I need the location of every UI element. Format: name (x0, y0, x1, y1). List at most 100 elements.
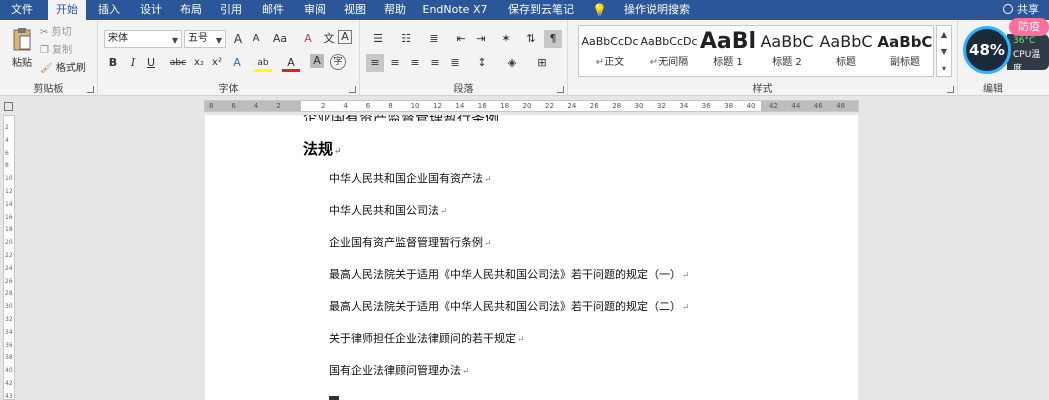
font-size-select[interactable]: 五号 ▼ (184, 30, 226, 48)
ruler-tick-label: 20 (522, 102, 532, 110)
paragraph[interactable]: 最高人民法院关于适用《中华人民共和国公司法》若干问题的规定（二）↵ (329, 298, 690, 314)
paragraph-launcher-icon[interactable] (557, 86, 564, 93)
numbering-button[interactable]: ☷ (394, 30, 418, 48)
horizontal-ruler[interactable]: 8 6 4 2 2 4 6 8 10 12 14 16 18 20 22 24 26 28 30 32 34 36 38 40… (0, 97, 1049, 115)
justify-button[interactable]: ≡ (426, 54, 444, 72)
ruler-tick-label: 38 (5, 354, 13, 362)
font-launcher-icon[interactable] (349, 86, 356, 93)
underline-button[interactable]: U (142, 54, 160, 72)
style-sample: AaBbC (877, 33, 933, 51)
style-tile-5[interactable]: AaBbC 副标题 (876, 28, 934, 75)
tell-me-search[interactable]: 操作说明搜索 (612, 0, 702, 20)
clipboard-launcher-icon[interactable] (87, 86, 94, 93)
section-heading[interactable]: 法规↵ (303, 138, 342, 159)
share-button[interactable]: 共享 (1003, 0, 1039, 20)
paintbrush-icon: 🖌 (40, 63, 53, 74)
copy-button[interactable]: ❐ 复制 (40, 44, 72, 58)
tab-selector-icon[interactable] (4, 102, 13, 111)
tab-6[interactable]: 邮件 (253, 0, 293, 20)
style-tile-1[interactable]: AaBbCcDc ↵无间隔 (640, 28, 698, 75)
ruler-tick-label: 40 (746, 102, 756, 110)
style-tile-0[interactable]: AaBbCcDc ↵正文 (581, 28, 639, 75)
tab-1[interactable]: 开始 (48, 0, 86, 20)
paragraph-text: 中华人民共和国公司法 (329, 204, 439, 217)
paragraph[interactable]: 关于律师担任企业法律顾问的若干规定↵ (329, 330, 525, 346)
ruler-tick-label: 36 (701, 102, 711, 110)
tab-0[interactable]: 文件 (0, 0, 44, 20)
ruler-tick-label: 32 (5, 316, 13, 323)
ruler-tick-label: 12 (5, 188, 13, 195)
char-border-button[interactable]: A (338, 30, 352, 44)
tab-10[interactable]: EndNote X7 (418, 0, 492, 20)
italic-button[interactable]: I (124, 54, 142, 72)
gallery-more-icon[interactable]: ▾ (937, 60, 951, 77)
strikethrough-button[interactable]: abc (168, 54, 188, 72)
enclose-char-button[interactable]: 字 (330, 54, 346, 70)
style-tile-2[interactable]: AaBl 标题 1 (699, 28, 757, 75)
ruler-tick-label: 2 (321, 102, 326, 110)
chevron-down-icon[interactable]: ▼ (937, 43, 951, 60)
grow-font-button[interactable]: A (229, 30, 247, 48)
chevron-up-icon[interactable]: ▲ (937, 26, 951, 43)
align-right-button[interactable]: ≡ (406, 54, 424, 72)
ruler-tick-label: 26 (589, 102, 599, 110)
tab-4[interactable]: 布局 (173, 0, 209, 20)
pinyin-guide-button[interactable]: 文 (320, 30, 338, 48)
clear-format-button[interactable]: A (299, 30, 317, 48)
align-left-button[interactable]: ≡ (366, 54, 384, 72)
partial-line: 企业国有资产监督管理暂行条例 (303, 115, 533, 121)
tab-7[interactable]: 审阅 (297, 0, 333, 20)
font-name-select[interactable]: 宋体 ▼ (104, 30, 182, 48)
font-group: 宋体 ▼ 五号 ▼ A A Aa A 文 A B I U abc x₂ x² A a… (98, 20, 360, 96)
tab-8[interactable]: 视图 (337, 0, 373, 20)
borders-button[interactable]: ⊞ (530, 54, 554, 72)
change-case-button[interactable]: Aa (268, 30, 292, 48)
paragraph[interactable]: 中华人民共和国公司法↵ (329, 202, 448, 218)
bold-button[interactable]: B (104, 54, 122, 72)
style-name: 标题 1 (699, 56, 757, 70)
decrease-indent-button[interactable]: ⇤ (452, 30, 470, 48)
font-color-button[interactable]: A (282, 54, 300, 72)
tab-3[interactable]: 设计 (133, 0, 169, 20)
ruler-tick-label: 18 (5, 226, 13, 234)
subscript-button[interactable]: x₂ (190, 54, 208, 72)
paragraph[interactable]: 中华人民共和国企业国有资产法↵ (329, 170, 492, 186)
ruler-tick-label: 4 (5, 136, 9, 144)
paste-button[interactable]: 粘贴 (8, 26, 36, 71)
bullets-button[interactable]: ☰ (366, 30, 390, 48)
cut-button[interactable]: ✂ 剪切 (40, 26, 72, 40)
paragraph[interactable]: 国有企业法律顾问管理办法↵ (329, 362, 470, 378)
align-left-icon: ≡ (370, 56, 380, 69)
line-spacing-icon: ↕ (477, 56, 487, 69)
sort-button[interactable]: ⇅ (522, 30, 540, 48)
format-painter-button[interactable]: 🖌 格式刷 (40, 62, 86, 76)
cpu-monitor-widget[interactable]: 36°C CPU温度 48% 防疫 (961, 18, 1049, 74)
tab-2[interactable]: 插入 (90, 0, 128, 20)
shrink-font-button[interactable]: A (247, 30, 265, 48)
styles-launcher-icon[interactable] (947, 86, 954, 93)
style-tile-4[interactable]: AaBbC 标题 (817, 28, 875, 75)
tab-9[interactable]: 帮助 (377, 0, 413, 20)
vertical-ruler[interactable]: 2 4 6 8 10 12 14 16 18 20 22 24 26 28 30 32 34 36 38 40 42 43 (0, 115, 18, 400)
paragraph[interactable]: 企业国有资产监督管理暂行条例↵ (329, 234, 492, 250)
shading-button[interactable]: ◈ (500, 54, 524, 72)
style-label: 标题 1 (713, 57, 743, 68)
style-name: 标题 (817, 56, 875, 70)
line-spacing-button[interactable]: ↕ (470, 54, 494, 72)
superscript-button[interactable]: x² (208, 54, 226, 72)
increase-indent-button[interactable]: ⇥ (472, 30, 490, 48)
ruler-tick-label: 8 (209, 102, 214, 110)
text-effects-button[interactable]: A (228, 54, 246, 72)
paragraph[interactable]: 最高人民法院关于适用《中华人民共和国公司法》若干问题的规定（一）↵ (329, 266, 690, 282)
multilevel-list-button[interactable]: ≣ (422, 30, 446, 48)
show-marks-button[interactable]: ¶ (544, 30, 562, 48)
style-tile-3[interactable]: AaBbC 标题 2 (758, 28, 816, 75)
align-center-button[interactable]: ≡ (386, 54, 404, 72)
char-shading-button[interactable]: A (310, 54, 324, 68)
highlight-button[interactable]: ab (254, 54, 272, 72)
chinese-layout-button[interactable]: ✶ (494, 30, 518, 48)
tab-11[interactable]: 保存到云笔记 (496, 0, 586, 20)
tab-5[interactable]: 引用 (213, 0, 249, 20)
ruler-tick-label: 18 (500, 102, 510, 110)
distributed-button[interactable]: ≣ (446, 54, 464, 72)
